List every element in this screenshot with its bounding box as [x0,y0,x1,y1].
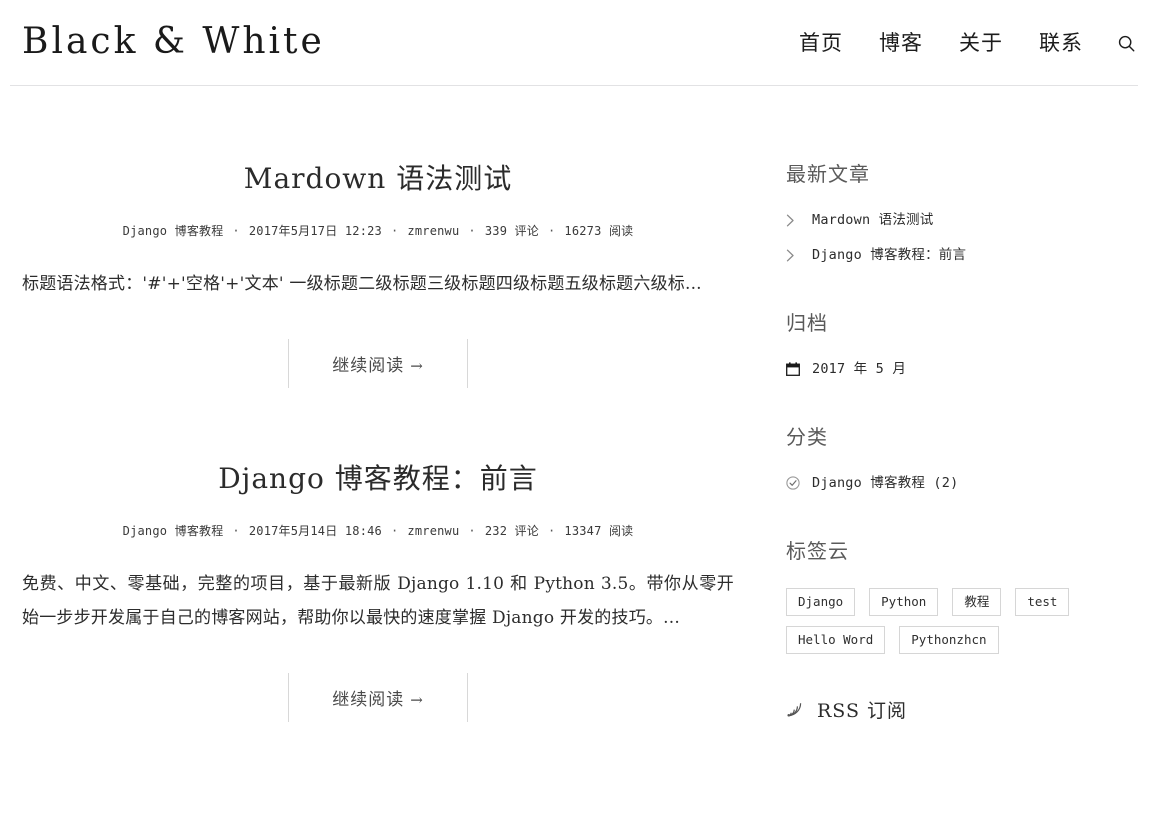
arrow-right-icon: → [410,357,424,375]
post-item: Mardown 语法测试 Django 博客教程 · 2017年5月17日 12… [22,158,734,388]
meta-separator: · [547,523,556,538]
search-icon[interactable] [1101,34,1138,53]
meta-separator: · [232,223,240,238]
post-title-link[interactable]: Mardown 语法测试 [244,162,512,195]
page-body: Mardown 语法测试 Django 博客教程 · 2017年5月17日 12… [0,86,1171,765]
rss-link[interactable]: RSS 订阅 [817,696,907,723]
post-divider-space [22,406,734,458]
post-meta: Django 博客教程 · 2017年5月14日 18:46 · zmrenwu… [22,522,734,539]
chevron-right-icon [786,249,804,262]
meta-separator: · [232,523,240,538]
tag-cloud-list: Django Python 教程 test Hello Word Pythonz… [786,587,1116,654]
post-title: Django 博客教程：前言 [22,458,734,500]
tag-item[interactable]: Python [869,587,939,616]
nav-item-home[interactable]: 首页 [781,32,861,54]
post-title-link[interactable]: Django 博客教程：前言 [218,462,538,495]
list-item[interactable]: Django 博客教程：前言 [786,246,1138,265]
archives-list: 2017 年 5 月 [786,360,1138,379]
post-meta: Django 博客教程 · 2017年5月17日 12:23 · zmrenwu… [22,222,734,239]
tag-item[interactable]: test [1015,587,1070,616]
main-navigation: 首页 博客 关于 联系 [781,32,1138,54]
meta-separator: · [390,523,399,538]
list-item[interactable]: Mardown 语法测试 [786,211,1138,230]
post-view-count: 16273 阅读 [564,224,634,238]
arrow-right-icon: → [410,691,424,709]
recent-post-link[interactable]: Mardown 语法测试 [812,211,933,230]
widget-title-tag-cloud: 标签云 [786,538,849,563]
widget-recent-posts: 最新文章 Mardown 语法测试 Django 博客教程：前言 [786,158,1138,265]
sidebar: 最新文章 Mardown 语法测试 Django 博客教程：前言 归档 2017… [734,86,1138,765]
header-inner: Black & White 首页 博客 关于 联系 [0,0,1171,86]
rss-row[interactable]: RSS 订阅 [786,696,1138,723]
read-more-button[interactable]: 继续阅读 → [288,673,468,722]
chevron-right-icon [786,214,804,227]
check-circle-icon [786,476,804,490]
list-item[interactable]: 2017 年 5 月 [786,360,1138,379]
meta-separator: · [468,523,476,538]
recent-posts-list: Mardown 语法测试 Django 博客教程：前言 [786,211,1138,265]
post-author[interactable]: zmrenwu [407,224,459,238]
post-date: 2017年5月17日 12:23 [248,224,382,238]
site-title[interactable]: Black & White [22,24,325,62]
categories-list: Django 博客教程 (2) [786,474,1138,493]
read-more-label: 继续阅读 [332,356,405,376]
tag-item[interactable]: 教程 [952,587,1002,616]
widget-tag-cloud: 标签云 Django Python 教程 test Hello Word Pyt… [786,535,1138,654]
post-category[interactable]: Django 博客教程 [123,222,224,239]
widget-archives: 归档 2017 年 5 月 [786,307,1138,379]
list-item[interactable]: Django 博客教程 (2) [786,474,1138,493]
post-item: Django 博客教程：前言 Django 博客教程 · 2017年5月14日 … [22,458,734,722]
post-category[interactable]: Django 博客教程 [123,522,224,539]
read-more-button[interactable]: 继续阅读 → [288,339,468,388]
read-more-label: 继续阅读 [332,690,405,710]
post-date: 2017年5月14日 18:46 [248,524,382,538]
widget-title-archives: 归档 [786,310,828,335]
widget-rss: RSS 订阅 [786,696,1138,723]
post-view-count: 13347 阅读 [564,524,634,538]
rss-icon [786,701,808,718]
tag-item[interactable]: Django [786,587,856,616]
post-title: Mardown 语法测试 [22,158,734,200]
widget-title-categories: 分类 [786,424,828,449]
nav-item-blog[interactable]: 博客 [861,32,941,54]
calendar-icon [786,362,804,377]
meta-separator: · [468,223,476,238]
meta-separator: · [390,223,399,238]
post-comment-count: 232 评论 [484,524,539,538]
post-comment-count: 339 评论 [484,224,539,238]
meta-separator: · [547,223,556,238]
widget-categories: 分类 Django 博客教程 (2) [786,421,1138,493]
category-link[interactable]: Django 博客教程 (2) [812,474,958,493]
post-excerpt: 标题语法格式：'#'+'空格'+'文本' 一级标题二级标题三级标题四级标题五级标… [22,274,702,294]
nav-item-contact[interactable]: 联系 [1021,32,1101,54]
post-excerpt: 免费、中文、零基础，完整的项目，基于最新版 Django 1.10 和 Pyth… [22,574,734,628]
widget-title-recent-posts: 最新文章 [786,162,870,186]
site-header: Black & White 首页 博客 关于 联系 [0,0,1171,86]
nav-item-about[interactable]: 关于 [941,32,1021,54]
recent-post-link[interactable]: Django 博客教程：前言 [812,246,966,265]
post-author[interactable]: zmrenwu [407,524,459,538]
tag-item[interactable]: Pythonzhcn [899,625,999,654]
archive-link[interactable]: 2017 年 5 月 [812,360,906,379]
read-more-wrapper: 继续阅读 → [22,339,734,388]
post-list: Mardown 语法测试 Django 博客教程 · 2017年5月17日 12… [22,86,734,740]
tag-item[interactable]: Hello Word [786,625,886,654]
read-more-wrapper: 继续阅读 → [22,673,734,722]
